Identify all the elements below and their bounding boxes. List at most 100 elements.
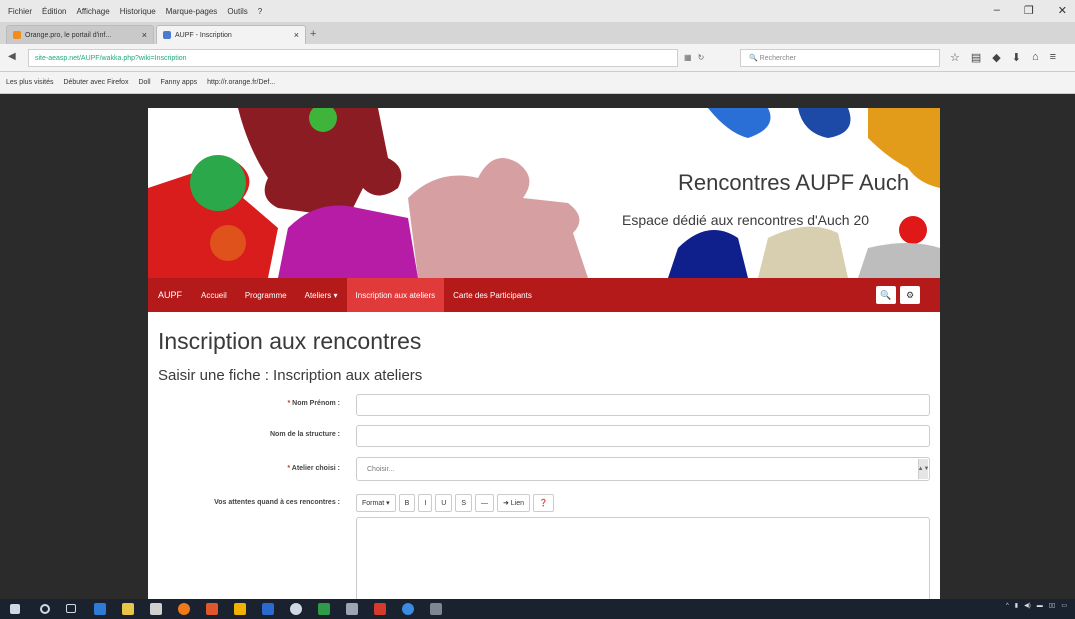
atelier-select[interactable]: Choisir... ▲▼ (356, 457, 930, 481)
browser-menubar: Fichier Édition Affichage Historique Mar… (0, 0, 1075, 22)
app-icon[interactable] (402, 603, 414, 615)
menu-fichier[interactable]: Fichier (6, 7, 34, 16)
bookmarks-bar: Les plus visités Débuter avec Firefox Do… (0, 72, 1075, 94)
tab-orange[interactable]: Orange.pro, le portail d'inf... × (6, 25, 154, 44)
minimize-icon[interactable]: – (992, 4, 1002, 17)
site-title: Rencontres AUPF Auch (678, 170, 910, 195)
back-icon[interactable]: ◀ (8, 51, 16, 62)
site-subtitle: Espace dédié aux rencontres d'Auch 20 (622, 212, 870, 228)
search-placeholder: Rechercher (759, 54, 796, 62)
reader-icon[interactable]: ▦ (684, 53, 692, 62)
help-button[interactable]: ❓ (533, 494, 554, 512)
format-dropdown[interactable]: Format ▾ (356, 494, 396, 512)
search-input[interactable]: 🔍 Rechercher (740, 49, 940, 67)
notification-icon[interactable]: ▭ (1061, 602, 1067, 609)
search-button[interactable]: 🔍 (876, 286, 896, 304)
nom-prenom-input[interactable] (356, 394, 930, 416)
url-bar[interactable]: site-aeasp.net/AUPF/wakka.php?wiki=Inscr… (28, 49, 678, 67)
task-view-icon[interactable] (66, 604, 76, 613)
library-icon[interactable]: ▤ (971, 51, 981, 64)
site-brand-link[interactable]: AUPF (148, 290, 192, 300)
site-banner: Rencontres AUPF Auch Espace dédié aux re… (148, 108, 940, 278)
app-icon[interactable] (430, 603, 442, 615)
system-tray: ^ ▮ ◀) ▬ ▯▯ ▭ (1006, 602, 1067, 610)
excel-icon[interactable] (318, 603, 330, 615)
site-navbar: AUPF Accueil Programme Ateliers ▾ Inscri… (148, 278, 940, 312)
file-explorer-icon[interactable] (122, 603, 134, 615)
powerpoint-icon[interactable] (206, 603, 218, 615)
bookmark-star-icon[interactable]: ☆ (950, 51, 960, 64)
site-nav-tools: 🔍 ⚙ (876, 286, 920, 304)
volume-icon[interactable]: ◀) (1024, 602, 1031, 609)
link-button[interactable]: ➜ Lien (497, 494, 531, 512)
attentes-textarea[interactable] (356, 517, 930, 599)
pocket-icon[interactable]: ◆ (992, 51, 1000, 64)
overflow-icon[interactable]: ≡ (1050, 51, 1056, 64)
acrobat-icon[interactable] (374, 603, 386, 615)
firefox-icon[interactable] (178, 603, 190, 615)
close-icon[interactable]: ✕ (1056, 4, 1069, 17)
aupf-favicon-icon (163, 31, 171, 39)
new-tab-icon[interactable]: + (310, 28, 316, 40)
bookmark-item[interactable]: Doll (138, 79, 150, 86)
nav-item-programme[interactable]: Programme (236, 278, 296, 312)
tab-label: AUPF - Inscription (175, 31, 232, 39)
start-windows-icon[interactable] (10, 604, 20, 614)
menu-aide[interactable]: ? (256, 7, 264, 16)
clock[interactable]: ▯▯ (1049, 602, 1056, 609)
tray-chevron-icon[interactable]: ^ (1006, 603, 1009, 609)
browser-toolbar: ☆ ▤ ◆ ⬇ ⌂ ≡ (950, 51, 1056, 64)
chevron-down-icon: ▲▼ (918, 459, 929, 479)
cortana-search-icon[interactable] (40, 604, 50, 614)
nav-item-inscription[interactable]: Inscription aux ateliers (346, 278, 445, 312)
app-icon[interactable] (290, 603, 302, 615)
atelier-select-value: Choisir... (367, 465, 395, 473)
page-title: Inscription aux rencontres (158, 328, 422, 354)
page-viewport: Rencontres AUPF Auch Espace dédié aux re… (0, 94, 1075, 599)
menu-outils[interactable]: Outils (225, 7, 249, 16)
bookmark-item[interactable]: http://r.orange.fr/Def... (207, 79, 275, 86)
menu-edition[interactable]: Édition (40, 7, 68, 16)
window-controls: – ❐ ✕ (992, 4, 1069, 17)
field-label-nom: * Nom Prénom : (287, 400, 340, 407)
battery-icon[interactable]: ▬ (1037, 603, 1043, 609)
nav-item-ateliers[interactable]: Ateliers ▾ (296, 278, 347, 312)
editor-toolbar: Format ▾ B I U S — ➜ Lien ❓ (356, 494, 554, 512)
structure-input[interactable] (356, 425, 930, 447)
bold-button[interactable]: B (398, 494, 416, 512)
orange-favicon-icon (13, 31, 21, 39)
edge-icon[interactable] (94, 603, 106, 615)
bookmark-item[interactable]: Les plus visités (6, 79, 53, 86)
reload-icon[interactable]: ↻ (698, 53, 705, 62)
bookmark-item[interactable]: Débuter avec Firefox (63, 79, 128, 86)
tab-close-icon[interactable]: × (142, 30, 147, 40)
nav-item-carte[interactable]: Carte des Participants (444, 278, 541, 312)
windows-taskbar: ^ ▮ ◀) ▬ ▯▯ ▭ (0, 599, 1075, 619)
tab-bar: Orange.pro, le portail d'inf... × AUPF -… (0, 22, 1075, 44)
field-label-attentes: Vos attentes quand à ces rencontres : (214, 499, 340, 506)
tab-aupf[interactable]: AUPF - Inscription × (156, 25, 306, 44)
strikethrough-button[interactable]: S (455, 494, 472, 512)
italic-button[interactable]: I (418, 494, 433, 512)
horizontal-rule-button[interactable]: — (475, 494, 494, 512)
underline-button[interactable]: U (435, 494, 453, 512)
bookmark-item[interactable]: Fanny apps (161, 79, 198, 86)
menu-marque-pages[interactable]: Marque-pages (164, 7, 220, 16)
menu-historique[interactable]: Historique (118, 7, 158, 16)
form-subtitle: Saisir une fiche : Inscription aux ateli… (158, 367, 423, 384)
url-text: site-aeasp.net/AUPF/wakka.php?wiki=Inscr… (35, 54, 187, 62)
word-icon[interactable] (262, 603, 274, 615)
maximize-icon[interactable]: ❐ (1022, 4, 1036, 17)
app-icon[interactable] (346, 603, 358, 615)
settings-gear-icon[interactable]: ⚙ (900, 286, 920, 304)
home-icon[interactable]: ⌂ (1032, 51, 1039, 64)
network-icon[interactable]: ▮ (1015, 602, 1018, 609)
search-icon: 🔍 (749, 55, 760, 62)
tab-close-icon[interactable]: × (294, 30, 299, 40)
menu-affichage[interactable]: Affichage (74, 7, 111, 16)
browser-navbar: ◀ site-aeasp.net/AUPF/wakka.php?wiki=Ins… (0, 44, 1075, 72)
store-icon[interactable] (150, 603, 162, 615)
app-icon[interactable] (234, 603, 246, 615)
nav-item-accueil[interactable]: Accueil (192, 278, 236, 312)
download-icon[interactable]: ⬇ (1012, 51, 1021, 64)
